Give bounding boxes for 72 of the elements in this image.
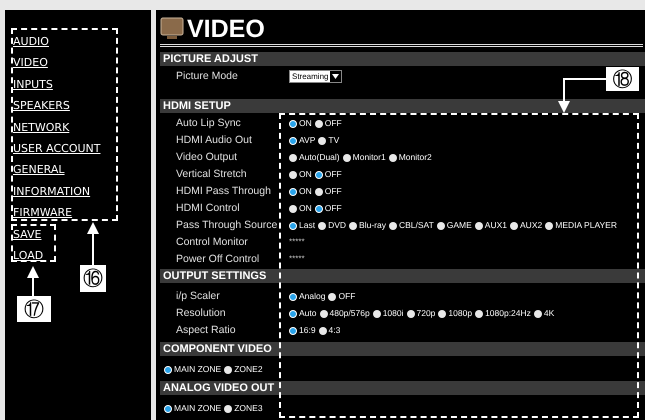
section-header: COMPONENT VIDEO [160,342,645,356]
sidebar-link[interactable]: VIDEO [13,56,48,70]
section-header: PICTURE ADJUST [160,52,645,66]
picture-mode-dropdown[interactable]: Streaming [289,70,342,83]
page-title: VIDEO [187,16,265,42]
radio-option[interactable]: ON [289,170,312,179]
radio-option[interactable]: 4:3 [318,326,340,335]
radio-option[interactable]: AUX1 [474,221,508,230]
radio-option[interactable]: OFF [314,204,342,213]
setting-label: i/p Scaler [176,288,221,304]
setting-label: HDMI Audio Out [176,132,253,148]
radio-option[interactable]: 720p [406,309,436,318]
setting-label: Control Monitor [176,234,249,250]
radio-option[interactable]: 480p/576p [320,309,370,318]
radio-option[interactable]: Blu-ray [349,221,386,230]
sidebar-link[interactable]: SAVE [13,228,42,242]
radio-option[interactable]: 4K [534,309,554,318]
radio-option[interactable]: CBL/SAT [388,221,434,230]
radio-option[interactable]: OFF [328,292,356,301]
masked-value: ***** [289,236,305,248]
setting-label: Resolution [176,306,227,321]
radio-option[interactable]: Auto [289,309,316,318]
radio-option[interactable]: MAIN ZONE [164,365,222,374]
callout-number: ⑯ [80,265,106,292]
sidebar-link[interactable]: INFORMATION [13,184,90,199]
callout-number: ⑱ [606,67,639,91]
radio-option[interactable]: 1080i [372,309,404,318]
setting-label: Power Off Control [176,252,260,267]
radio-option[interactable]: ON [289,119,312,128]
sidebar-link[interactable]: NETWORK [13,120,70,135]
setting-label: HDMI Pass Through [176,184,272,199]
setting-label: Pass Through Source [176,218,278,233]
radio-option[interactable]: 1080p:24Hz [475,309,531,318]
radio-option[interactable]: GAME [436,221,472,230]
radio-option[interactable]: 1080p [438,309,472,318]
setting-label: HDMI Control [176,200,241,216]
sidebar-link[interactable]: LOAD [13,248,44,263]
radio-option[interactable]: ON [289,187,312,196]
radio-option[interactable]: DVD [318,221,346,230]
radio-option[interactable]: AUX2 [510,221,542,230]
setting-label: Picture Mode [176,68,239,84]
setting-label: Video Output [176,150,238,165]
radio-option[interactable]: ZONE2 [224,365,263,374]
sidebar-link[interactable]: GENERAL [13,163,65,178]
radio-option[interactable]: Monitor1 [342,153,386,162]
radio-option[interactable]: OFF [314,119,342,128]
sidebar-link[interactable]: FIRMWARE [13,206,72,220]
radio-option[interactable]: ZONE3 [224,404,263,413]
sidebar-link[interactable]: USER ACCOUNT [13,142,100,156]
setting-label: Aspect Ratio [176,322,237,338]
radio-option[interactable]: Analog [289,292,326,301]
radio-option[interactable]: Auto(Dual) [289,153,340,162]
masked-value: ***** [289,253,305,265]
radio-option[interactable]: MAIN ZONE [164,404,222,413]
radio-option[interactable]: ON [289,204,312,213]
callout-number: ⑰ [17,296,51,322]
section-header: ANALOG VIDEO OUT [160,381,645,395]
radio-option[interactable]: MEDIA PLAYER [545,221,617,230]
section-header: OUTPUT SETTINGS [160,269,645,283]
radio-option[interactable]: AVP [289,136,316,145]
sidebar-link[interactable]: AUDIO [13,35,49,49]
radio-option[interactable]: TV [318,136,340,145]
radio-option[interactable]: 16:9 [289,326,316,335]
sidebar-link[interactable]: SPEAKERS [13,99,70,114]
radio-option[interactable]: Monitor2 [388,153,432,162]
setting-label: Auto Lip Sync [176,116,242,131]
sidebar-link[interactable]: INPUTS [13,78,53,92]
radio-option[interactable]: OFF [314,187,342,196]
radio-option[interactable]: OFF [314,170,342,179]
setting-label: Vertical Stretch [176,166,248,182]
radio-option[interactable]: Last [289,221,316,230]
section-header: HDMI SETUP [160,99,645,113]
